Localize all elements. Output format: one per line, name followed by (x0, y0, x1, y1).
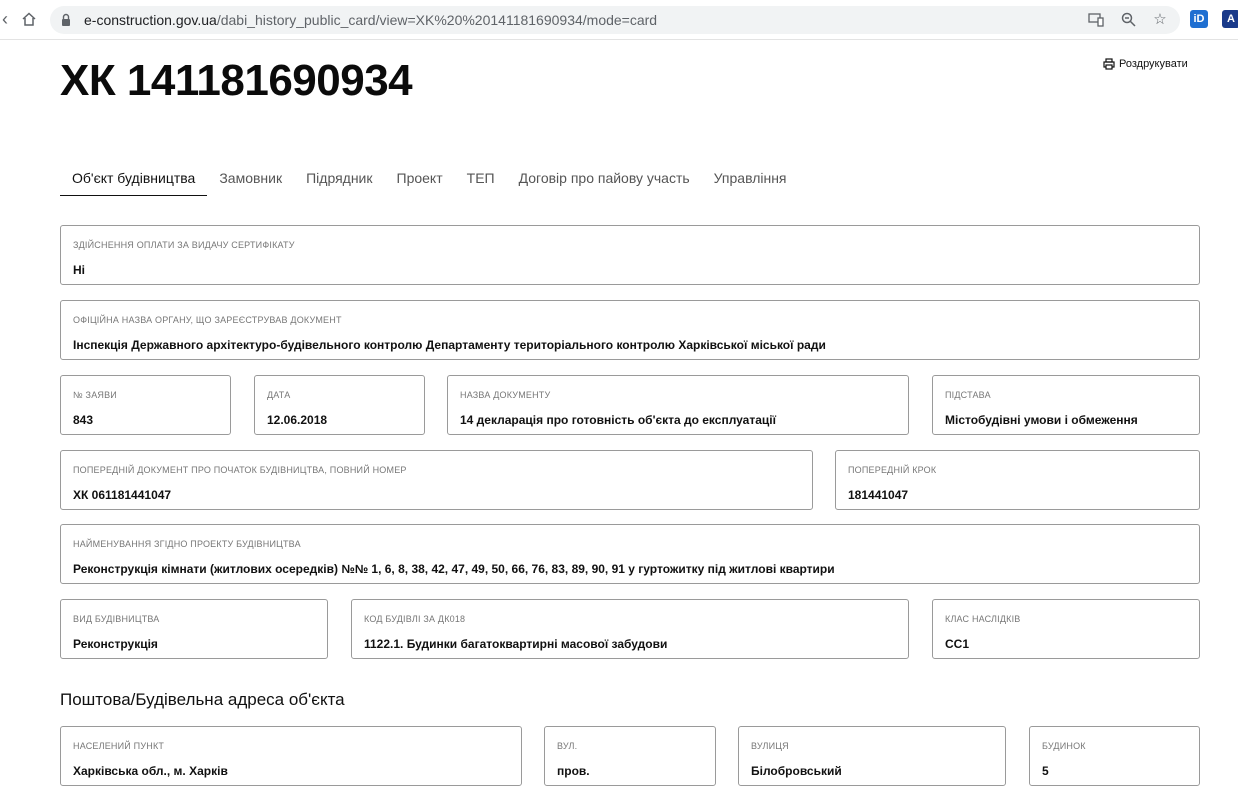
field-date: Дата 12.06.2018 (254, 375, 425, 435)
cut-off-breadcrumb (60, 30, 64, 40)
field-consequence-class: Клас наслідків СС1 (932, 599, 1200, 659)
cast-icon[interactable] (1086, 10, 1106, 30)
tab-management[interactable]: Управління (702, 162, 799, 196)
field-application-number: № заяви 843 (60, 375, 231, 435)
field-construction-type: Вид будівництва Реконструкція (60, 599, 328, 659)
field-value: 181441047 (848, 488, 909, 502)
field-value: Білобровський (751, 764, 842, 778)
field-value: пров. (557, 764, 590, 778)
bookmark-star-icon[interactable]: ☆ (1150, 10, 1170, 30)
field-label: Вид будівництва (73, 614, 160, 624)
field-value: Реконструкція (73, 637, 158, 651)
field-payment: Здійснення оплати за видачу сертифікату … (60, 225, 1200, 285)
field-label: Клас наслідків (945, 614, 1021, 624)
tab-project[interactable]: Проект (385, 162, 455, 196)
field-label: Назва документу (460, 390, 551, 400)
tab-equity-agreement[interactable]: Договір про пайову участь (507, 162, 702, 196)
field-project-name: Найменування згідно проекту будівництва … (60, 524, 1200, 584)
field-street: Вулиця Білобровський (738, 726, 1006, 786)
printer-icon (1103, 58, 1115, 70)
field-value: Харківська обл., м. Харків (73, 764, 228, 778)
tab-customer[interactable]: Замовник (207, 162, 294, 196)
field-label: Попередній документ про початок будівниц… (73, 465, 407, 475)
field-authority: Офіційна назва органу, що зареєстрував д… (60, 300, 1200, 360)
field-house: Будинок 5 (1029, 726, 1200, 786)
field-street-type: Вул. пров. (544, 726, 716, 786)
back-icon[interactable]: ‹ (0, 8, 16, 30)
tab-bar: Об'єкт будівництва Замовник Підрядник Пр… (60, 162, 799, 196)
field-label: Населений пункт (73, 741, 165, 751)
field-label: Офіційна назва органу, що зареєстрував д… (73, 315, 342, 325)
field-value: 5 (1042, 764, 1049, 778)
field-label: № заяви (73, 390, 117, 400)
field-building-code: Код будівлі за ДК018 1122.1. Будинки баг… (351, 599, 909, 659)
print-button[interactable]: Роздрукувати (1103, 58, 1188, 70)
field-basis: Підстава Містобудівні умови і обмеження (932, 375, 1200, 435)
field-label: Найменування згідно проекту будівництва (73, 539, 301, 549)
field-value: 843 (73, 413, 94, 427)
field-value: Містобудівні умови і обмеження (945, 413, 1138, 427)
field-value: ХК 061181441047 (73, 488, 172, 502)
url-path: /dabi_history_public_card/view=XK%20%201… (216, 12, 658, 28)
field-label: Код будівлі за ДК018 (364, 614, 466, 624)
page-title: ХК 141181690934 (60, 56, 413, 105)
url-text[interactable]: e-construction.gov.ua/dabi_history_publi… (84, 12, 657, 28)
field-label: Здійснення оплати за видачу сертифікату (73, 240, 295, 250)
field-value: Ні (73, 263, 85, 277)
field-previous-document: Попередній документ про початок будівниц… (60, 450, 813, 510)
field-document-name: Назва документу 14 декларація про готовн… (447, 375, 909, 435)
tab-tep[interactable]: ТЕП (455, 162, 507, 196)
extension-icon[interactable]: A (1222, 10, 1238, 28)
field-label: Підстава (945, 390, 991, 400)
tab-construction-object[interactable]: Об'єкт будівництва (60, 162, 208, 196)
home-icon[interactable] (18, 8, 40, 30)
extension-id-icon[interactable]: iD (1190, 10, 1208, 28)
lock-icon (62, 13, 70, 26)
address-bar[interactable]: e-construction.gov.ua/dabi_history_publi… (50, 6, 1180, 34)
field-value: 12.06.2018 (267, 413, 328, 427)
field-value: 14 декларація про готовність об'єкта до … (460, 413, 776, 427)
url-host: e-construction.gov.ua (84, 12, 217, 28)
field-value: СС1 (945, 637, 970, 651)
browser-toolbar: ‹ e-construction.gov.ua/dabi_history_pub… (0, 0, 1238, 40)
field-label: Будинок (1042, 741, 1086, 751)
field-value: Реконструкція кімнати (житлових осередкі… (73, 562, 835, 576)
field-label: Попередній крок (848, 465, 937, 475)
field-value: 1122.1. Будинки багатоквартирні масової … (364, 637, 668, 651)
field-value: Інспекція Державного архітектуро-будівел… (73, 338, 826, 352)
field-label: Вул. (557, 741, 578, 751)
field-label: Вулиця (751, 741, 789, 751)
field-locality: Населений пункт Харківська обл., м. Харк… (60, 726, 522, 786)
field-previous-step: Попередній крок 181441047 (835, 450, 1200, 510)
print-label: Роздрукувати (1119, 58, 1188, 70)
zoom-icon[interactable] (1118, 10, 1138, 30)
address-section-title: Поштова/Будівельна адреса об'єкта (60, 690, 345, 709)
field-label: Дата (267, 390, 291, 400)
tab-contractor[interactable]: Підрядник (294, 162, 384, 196)
